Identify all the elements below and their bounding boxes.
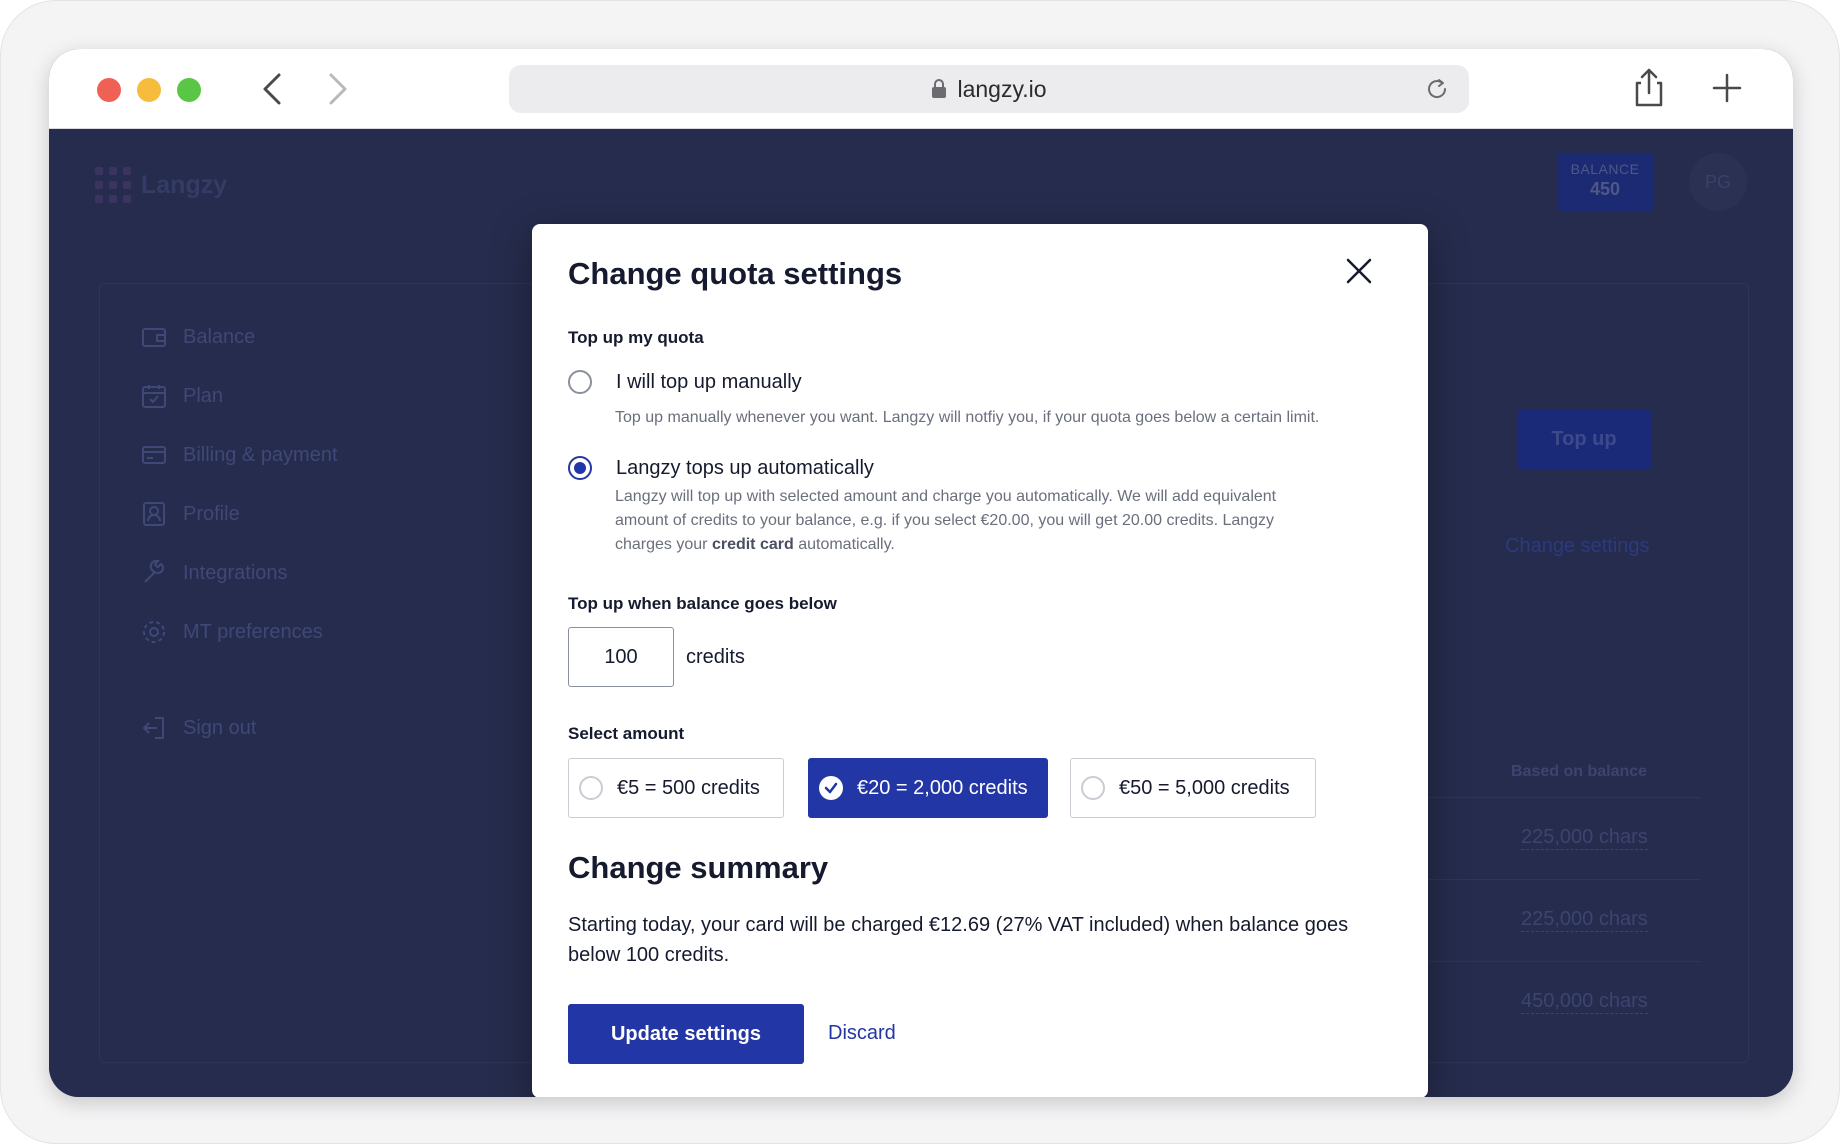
summary-text: Starting today, your card will be charge…: [568, 914, 1349, 966]
user-badge-icon: [143, 502, 165, 526]
device-frame: langzy.io Langzy BALANCE 450 PG Balance …: [0, 0, 1840, 1144]
sidebar-item-integrations[interactable]: Integrations: [141, 558, 288, 588]
sidebar-item-label: MT preferences: [183, 620, 323, 643]
browser-window: langzy.io Langzy BALANCE 450 PG Balance …: [49, 49, 1793, 1097]
sidebar-item-label: Billing & payment: [183, 443, 338, 466]
minimize-window-button[interactable]: [137, 78, 161, 102]
sidebar-item-label: Plan: [183, 384, 224, 407]
radio-button[interactable]: [568, 370, 592, 394]
back-icon[interactable]: [255, 71, 291, 107]
share-icon[interactable]: [1629, 67, 1669, 109]
desc-bold-text: credit card: [711, 536, 794, 553]
avatar[interactable]: PG: [1689, 153, 1747, 211]
new-tab-icon[interactable]: [1707, 67, 1747, 109]
radio-description-line: charges your credit card automatically.: [615, 533, 1276, 557]
threshold-label: Top up when balance goes below: [568, 594, 837, 613]
close-icon[interactable]: [1342, 254, 1376, 288]
browser-toolbar: langzy.io: [49, 49, 1793, 129]
amount-option-20[interactable]: €20 = 2,000 credits: [808, 758, 1048, 818]
amount-label: Select amount: [568, 724, 685, 743]
amount-radio: [1081, 776, 1105, 800]
balance-value: 450: [1589, 179, 1621, 199]
radio-option-automatic[interactable]: Langzy tops up automatically: [568, 456, 874, 480]
amount-label-text: €50 = 5,000 credits: [1119, 776, 1290, 799]
sign-out-icon: [143, 717, 164, 739]
change-settings-link[interactable]: Change settings: [1505, 535, 1650, 558]
radio-label: Langzy tops up automatically: [616, 456, 874, 479]
top-up-button[interactable]: Top up: [1517, 409, 1651, 469]
desc-text: automatically.: [793, 536, 895, 553]
radio-description: Langzy will top up with selected amount …: [615, 485, 1276, 557]
radio-button-selected[interactable]: [568, 456, 592, 480]
check-icon: [819, 776, 843, 800]
sidebar-item-label: Integrations: [183, 561, 288, 584]
radio-description: Top up manually whenever you want. Langz…: [615, 409, 1320, 426]
logo-text: Langzy: [141, 170, 228, 199]
sidebar-item-label: Sign out: [183, 716, 257, 739]
radio-option-manual[interactable]: I will top up manually: [568, 370, 802, 394]
balance-label: BALANCE: [1570, 161, 1640, 177]
gear-icon: [143, 621, 165, 643]
summary-title: Change summary: [568, 850, 829, 885]
sidebar-item-label: Balance: [183, 325, 256, 348]
topup-section-label: Top up my quota: [568, 328, 704, 347]
radio-label: I will top up manually: [616, 370, 802, 393]
logo: Langzy: [95, 167, 227, 203]
threshold-unit: credits: [686, 646, 745, 668]
sidebar-item-plan[interactable]: Plan: [141, 381, 223, 411]
sidebar-item-profile[interactable]: Profile: [141, 499, 240, 529]
desc-text: charges your: [615, 536, 712, 553]
url-text: langzy.io: [957, 75, 1047, 102]
table-cell-chars: 225,000 chars: [1521, 826, 1648, 850]
threshold-input[interactable]: [568, 627, 674, 687]
logo-mark-icon: [95, 167, 131, 203]
amount-option-50[interactable]: €50 = 5,000 credits: [1070, 758, 1316, 818]
table-divider: [1399, 879, 1701, 880]
radio-description-line: Langzy will top up with selected amount …: [615, 488, 1277, 505]
table-divider: [1399, 797, 1701, 798]
quota-settings-modal: Change quota settings Top up my quota I …: [532, 224, 1428, 1097]
maximize-window-button[interactable]: [177, 78, 201, 102]
table-divider: [1399, 961, 1701, 962]
amount-radio: [579, 776, 603, 800]
sidebar-item-sign-out[interactable]: Sign out: [141, 713, 256, 743]
table-cell-chars: 450,000 chars: [1521, 990, 1648, 1014]
radio-description-line: amount of credits to your balance, e.g. …: [615, 512, 1275, 529]
sidebar-item-balance[interactable]: Balance: [141, 322, 255, 352]
credit-card-icon: [142, 446, 166, 464]
modal-title: Change quota settings: [568, 256, 903, 291]
sidebar-item-mt-preferences[interactable]: MT preferences: [141, 617, 323, 647]
balance-badge[interactable]: BALANCE 450: [1557, 153, 1653, 211]
sidebar-item-label: Profile: [183, 502, 240, 525]
calendar-icon: [142, 385, 166, 408]
lock-icon: [932, 79, 947, 98]
table-header-based-on-balance: Based on balance: [1511, 763, 1648, 780]
wallet-icon: [142, 328, 166, 347]
amount-label-text: €5 = 500 credits: [617, 776, 760, 799]
table-cell-chars: 225,000 chars: [1521, 908, 1648, 932]
address-bar[interactable]: langzy.io: [509, 65, 1469, 113]
amount-label-text: €20 = 2,000 credits: [857, 776, 1028, 799]
amount-option-5[interactable]: €5 = 500 credits: [568, 758, 784, 818]
discard-link[interactable]: Discard: [828, 1022, 896, 1045]
close-window-button[interactable]: [97, 78, 121, 102]
wrench-icon: [144, 560, 164, 583]
update-settings-button[interactable]: Update settings: [568, 1004, 804, 1064]
forward-icon[interactable]: [319, 71, 355, 107]
reload-icon[interactable]: [1423, 75, 1451, 103]
sidebar-item-billing[interactable]: Billing & payment: [141, 440, 338, 470]
